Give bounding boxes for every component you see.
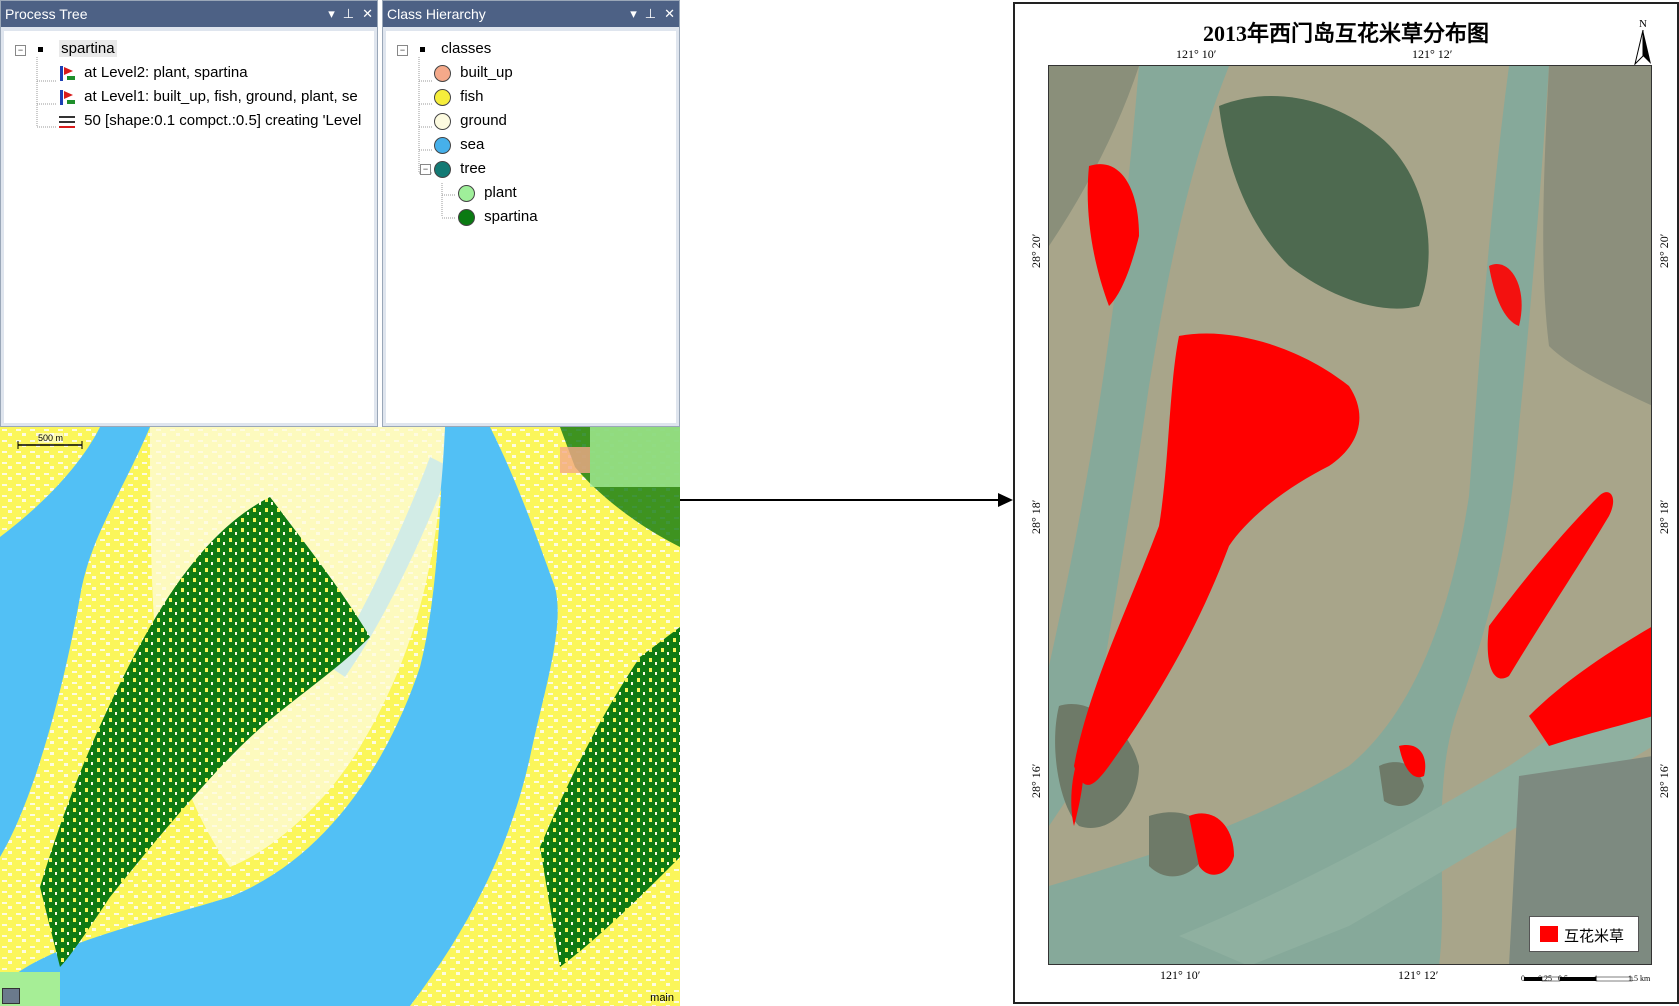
classification-map-image xyxy=(0,427,680,1006)
process-tree-titlebar: Process Tree ▾ ⊥ ✕ xyxy=(1,1,377,27)
class-item-tree[interactable]: tree xyxy=(434,158,486,180)
map-title: 2013年西门岛互花米草分布图 xyxy=(1202,21,1489,46)
flow-arrow xyxy=(680,493,1013,507)
class-item-built-up[interactable]: built_up xyxy=(434,62,513,84)
legend-swatch xyxy=(1540,926,1558,942)
process-tree-body: − spartina at Level2: plant, spartina at… xyxy=(1,27,377,426)
process-tree-panel: Process Tree ▾ ⊥ ✕ − spartina at Level2:… xyxy=(0,0,378,427)
scale-tick-3: 1 xyxy=(1594,974,1598,983)
pin-icon[interactable]: ⊥ xyxy=(645,1,656,27)
class-label: built_up xyxy=(460,64,513,81)
bullet-icon xyxy=(38,46,43,52)
bottom-coord-1: 121° 10′ xyxy=(1160,968,1201,982)
scale-tick-0: 0 xyxy=(1521,974,1525,983)
process-label: at Level2: plant, spartina xyxy=(84,64,248,81)
classification-icon xyxy=(58,89,76,106)
class-label: ground xyxy=(460,112,507,129)
left-coord-3: 28° 16′ xyxy=(1029,763,1043,798)
class-label: plant xyxy=(484,184,517,201)
process-item-spartina[interactable]: spartina xyxy=(38,38,117,60)
left-coord-1: 28° 20′ xyxy=(1029,233,1043,268)
left-coord-2: 28° 18′ xyxy=(1029,499,1043,534)
class-label: classes xyxy=(441,40,492,57)
north-label: N xyxy=(1639,18,1647,30)
view-name-label: main xyxy=(650,992,674,1004)
class-color-icon xyxy=(458,184,475,202)
segmentation-icon xyxy=(58,113,76,130)
bottom-coord-2: 121° 12′ xyxy=(1398,968,1439,982)
north-arrow-icon xyxy=(1634,29,1651,66)
legend-label: 互花米草 xyxy=(1564,929,1625,945)
process-label: spartina xyxy=(59,40,117,57)
scale-tick-1: 0.25 xyxy=(1538,974,1552,983)
dropdown-icon[interactable]: ▾ xyxy=(630,1,637,27)
north-arrow: N xyxy=(1631,18,1655,68)
class-item-classes[interactable]: classes xyxy=(420,38,491,60)
pin-icon[interactable]: ⊥ xyxy=(343,1,354,27)
class-item-ground[interactable]: ground xyxy=(434,110,507,132)
right-coord-2: 28° 18′ xyxy=(1657,499,1671,534)
class-item-fish[interactable]: fish xyxy=(434,86,484,108)
class-item-sea[interactable]: sea xyxy=(434,134,484,156)
scale-bar-label: 500 m xyxy=(38,433,64,443)
class-color-icon xyxy=(434,160,451,178)
top-coord-1: 121° 10′ xyxy=(1176,47,1217,61)
map-scale-bar: 0 0.25 0.5 1 1.5 km xyxy=(1521,974,1654,998)
classification-map-view[interactable]: 500 m main xyxy=(0,427,680,1006)
classification-icon xyxy=(58,65,76,82)
class-hierarchy-panel: Class Hierarchy ▾ ⊥ ✕ − classes built_up… xyxy=(382,0,680,427)
satellite-map-graphic xyxy=(1049,66,1651,964)
collapse-toggle[interactable]: − xyxy=(397,45,408,56)
process-item-level2[interactable]: at Level2: plant, spartina xyxy=(58,62,248,84)
class-color-icon xyxy=(434,112,451,130)
top-coord-2: 121° 12′ xyxy=(1412,47,1453,61)
collapse-toggle[interactable]: − xyxy=(15,45,26,56)
scale-tick-4: 1.5 km xyxy=(1628,974,1651,983)
process-label: at Level1: built_up, fish, ground, plant… xyxy=(84,88,358,105)
dropdown-icon[interactable]: ▾ xyxy=(328,1,335,27)
class-color-icon xyxy=(458,208,475,226)
close-icon[interactable]: ✕ xyxy=(362,1,373,27)
process-tree-title: Process Tree xyxy=(5,6,88,22)
class-color-icon xyxy=(434,88,451,106)
class-item-spartina[interactable]: spartina xyxy=(458,206,538,228)
class-label: sea xyxy=(460,136,485,153)
scale-tick-2: 0.5 xyxy=(1558,974,1568,983)
satellite-map-image[interactable]: 互花米草 xyxy=(1048,65,1652,965)
map-legend: 互花米草 xyxy=(1529,916,1639,952)
class-hierarchy-titlebar: Class Hierarchy ▾ ⊥ ✕ xyxy=(383,1,679,27)
right-coord-3: 28° 16′ xyxy=(1657,763,1671,798)
view-corner-icon[interactable] xyxy=(2,988,20,1004)
bullet-icon xyxy=(420,46,425,52)
class-color-icon xyxy=(434,136,451,154)
class-item-plant[interactable]: plant xyxy=(458,182,517,204)
right-coord-1: 28° 20′ xyxy=(1657,233,1671,268)
process-item-segmentation[interactable]: 50 [shape:0.1 compct.:0.5] creating 'Lev… xyxy=(58,110,361,132)
class-hierarchy-title: Class Hierarchy xyxy=(387,6,486,22)
process-item-level1[interactable]: at Level1: built_up, fish, ground, plant… xyxy=(58,86,358,108)
class-color-icon xyxy=(434,64,451,82)
class-label: fish xyxy=(460,88,484,105)
class-hierarchy-body: − classes built_up fish ground sea − tre… xyxy=(383,27,679,426)
class-label: spartina xyxy=(484,208,538,225)
class-label: tree xyxy=(460,160,487,177)
process-label: 50 [shape:0.1 compct.:0.5] creating 'Lev… xyxy=(84,112,362,129)
close-icon[interactable]: ✕ xyxy=(664,1,675,27)
collapse-toggle[interactable]: − xyxy=(420,164,431,175)
